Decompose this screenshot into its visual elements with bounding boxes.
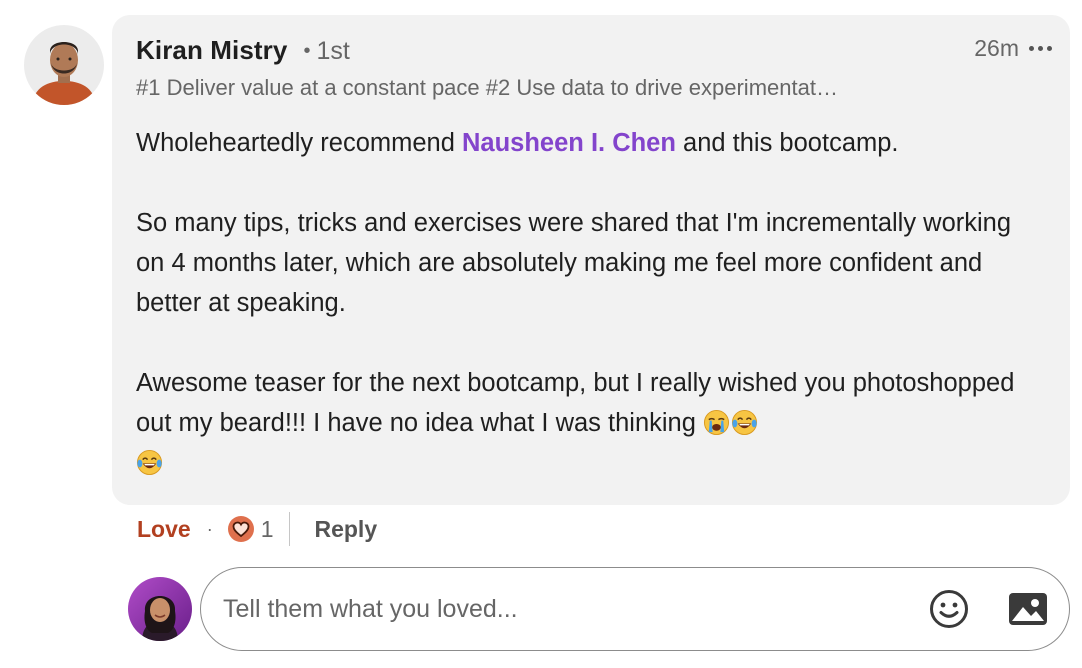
current-user-avatar <box>128 577 192 641</box>
comment-paragraph: Wholeheartedly recommend Nausheen I. Che… <box>136 123 1041 163</box>
loudly-crying-face-icon <box>703 409 730 436</box>
connection-degree: • 1st <box>303 37 349 66</box>
connection-degree-label: 1st <box>316 37 350 65</box>
comment-bubble: Kiran Mistry • 1st 26m #1 Deliver value a… <box>112 15 1070 505</box>
author-headline: #1 Deliver value at a constant pace #2 U… <box>136 75 838 100</box>
more-options-button[interactable] <box>1029 37 1052 61</box>
separator-dot: · <box>206 518 213 539</box>
author-name[interactable]: Kiran Mistry <box>136 35 287 66</box>
author-avatar[interactable] <box>24 25 104 105</box>
love-reaction-button[interactable]: Love <box>137 516 191 543</box>
comment-paragraph: So many tips, tricks and exercises were … <box>136 209 1012 317</box>
more-dot-icon <box>1029 46 1034 51</box>
action-divider <box>289 512 291 546</box>
more-dot-icon <box>1038 46 1043 51</box>
comment-text-segment: Awesome teaser for the next bootcamp, bu… <box>136 369 1015 437</box>
emoji-picker-icon[interactable] <box>928 588 970 630</box>
comment-paragraph: Awesome teaser for the next bootcamp, bu… <box>136 363 1041 483</box>
tears-of-joy-icon <box>731 409 758 436</box>
comment-text-segment: Wholeheartedly recommend <box>136 129 462 157</box>
mention-link[interactable]: Nausheen I. Chen <box>462 129 676 157</box>
comment-body: Wholeheartedly recommend Nausheen I. Che… <box>136 123 1041 483</box>
reply-box <box>200 567 1070 651</box>
comment-meta: 26m <box>974 35 1052 62</box>
more-dot-icon <box>1047 46 1052 51</box>
heart-reaction-icon[interactable] <box>227 515 255 543</box>
comment-timestamp: 26m <box>974 35 1019 61</box>
comment-actions: Love · 1 Reply <box>137 511 377 547</box>
tears-of-joy-icon <box>136 449 163 476</box>
reaction-count[interactable]: 1 <box>261 516 274 543</box>
comment-thread: Kiran Mistry • 1st 26m #1 Deliver value a… <box>0 0 1082 668</box>
author-row: Kiran Mistry • 1st <box>136 35 350 66</box>
comment-text-segment: and this bootcamp. <box>675 129 899 157</box>
reply-input[interactable] <box>221 568 905 651</box>
reply-button[interactable]: Reply <box>314 516 377 543</box>
add-image-icon[interactable] <box>1007 591 1049 627</box>
degree-dot: • <box>303 40 311 62</box>
